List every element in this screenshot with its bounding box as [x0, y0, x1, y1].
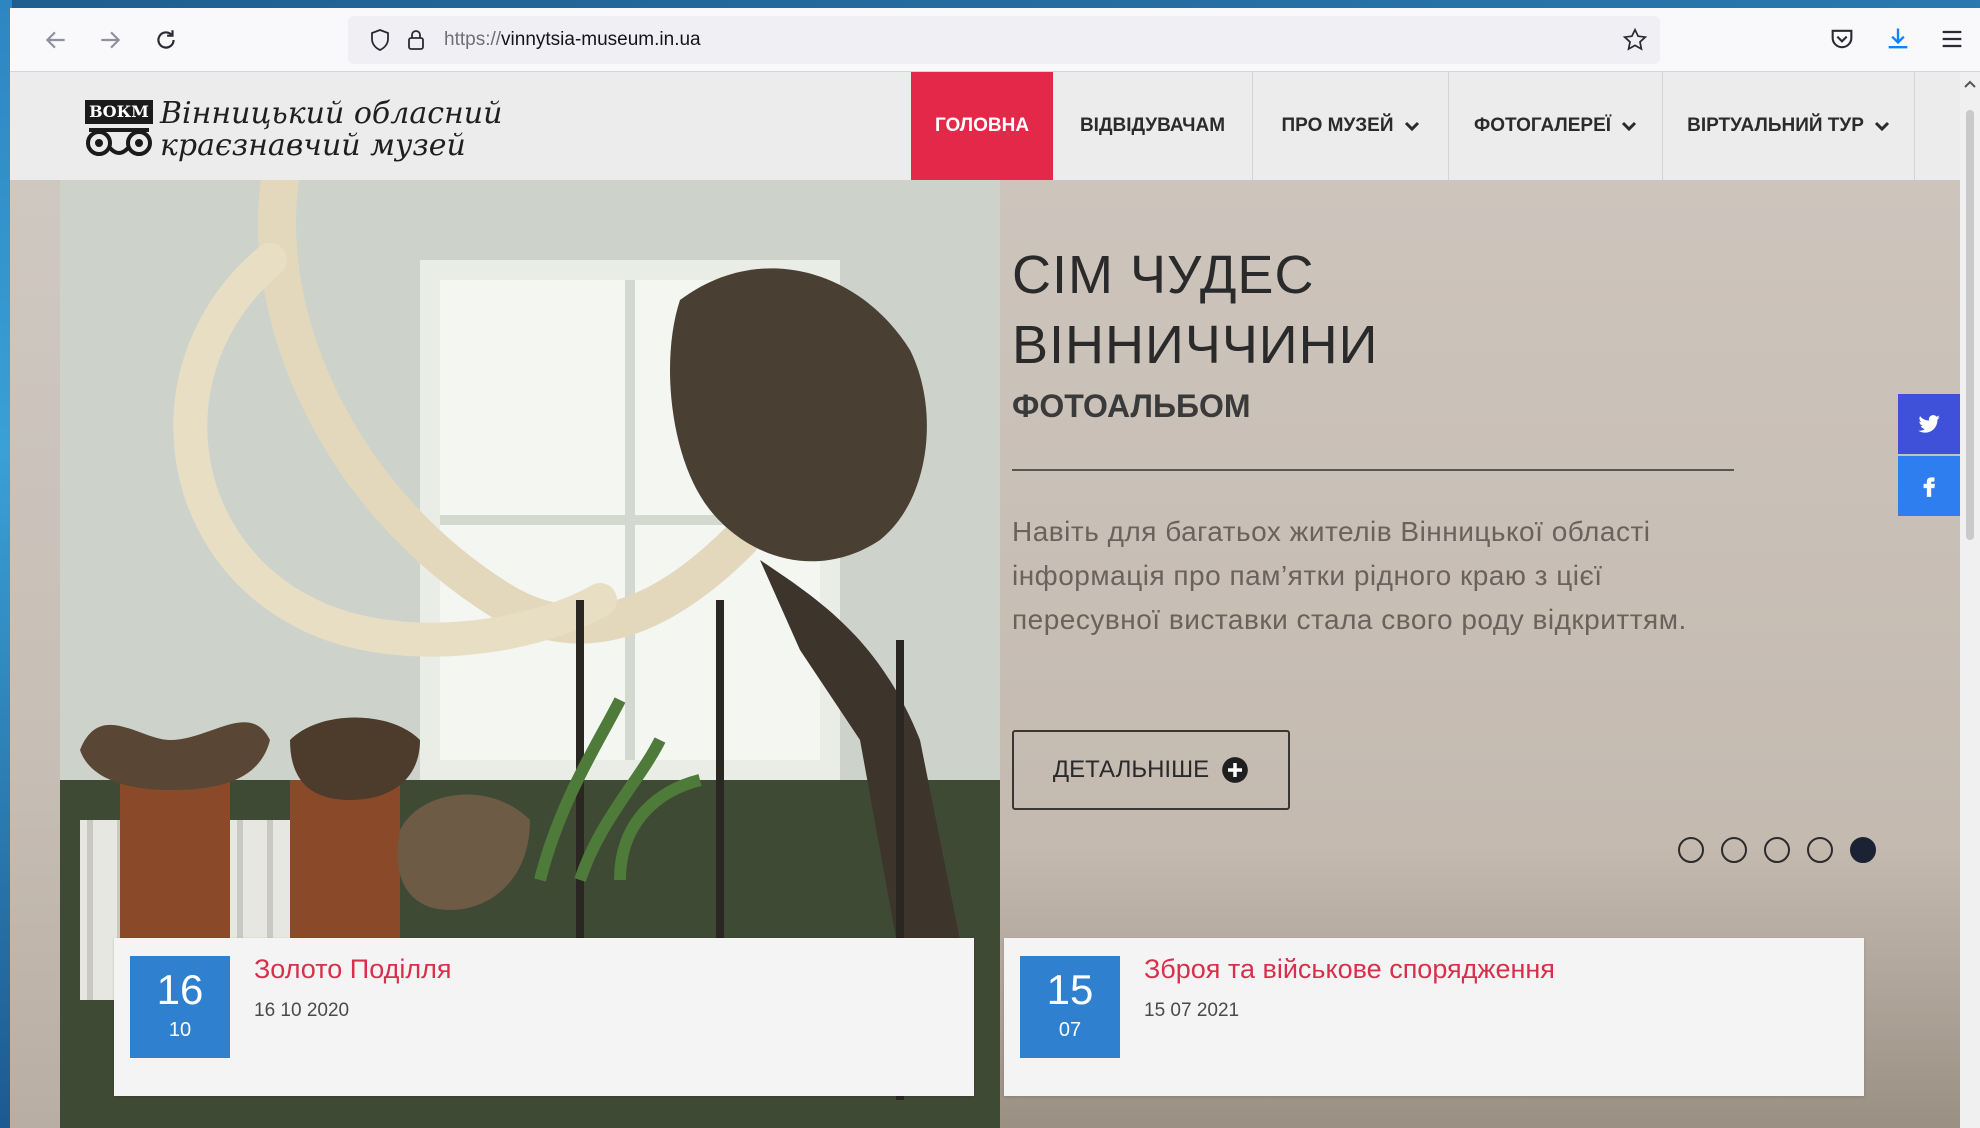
- forward-button[interactable]: [92, 22, 128, 58]
- museum-name-line2: краєзнавчий музей: [160, 128, 466, 163]
- news-title-link[interactable]: Зброя та військове спорядження: [1144, 954, 1555, 985]
- nav-virtual-tour-label: ВІРТУАЛЬНИЙ ТУР: [1687, 115, 1864, 136]
- news-day: 15: [1046, 966, 1094, 1013]
- slider-dot-4[interactable]: [1807, 837, 1833, 863]
- museum-logo[interactable]: ВОКМ: [85, 100, 153, 160]
- news-date-badge: 16 10: [130, 956, 230, 1058]
- news-date: 15 07 2021: [1144, 1000, 1240, 1021]
- chevron-down-icon: [1621, 121, 1637, 132]
- news-title-link[interactable]: Золото Поділля: [254, 954, 452, 985]
- arrow-left-icon: [45, 31, 65, 49]
- twitter-share-button[interactable]: [1898, 394, 1960, 454]
- twitter-icon: [1918, 415, 1940, 433]
- lock-icon[interactable]: [404, 28, 428, 52]
- slide-divider: [1012, 469, 1734, 471]
- url-protocol: https://: [444, 29, 502, 50]
- nav-virtual-tour[interactable]: ВІРТУАЛЬНИЙ ТУР: [1663, 72, 1915, 180]
- slider-dot-1[interactable]: [1678, 837, 1704, 863]
- scrollbar-thumb[interactable]: [1966, 110, 1974, 540]
- browser-window: https://vinnytsia-museum.in.ua ВОКМ Вінн…: [10, 8, 1980, 1128]
- bookmark-star-icon[interactable]: [1622, 27, 1648, 53]
- facebook-icon: [1923, 477, 1935, 497]
- pocket-icon[interactable]: [1828, 25, 1856, 53]
- slider-pagination: [1678, 837, 1876, 863]
- reload-button[interactable]: [148, 22, 184, 58]
- slider-dot-5[interactable]: [1850, 837, 1876, 863]
- url-text[interactable]: https://vinnytsia-museum.in.ua: [444, 29, 701, 51]
- museum-name-line1: Вінницький обласний: [160, 96, 503, 131]
- page-scrollbar[interactable]: [1960, 72, 1980, 1128]
- download-icon[interactable]: [1884, 25, 1912, 53]
- slider-dot-3[interactable]: [1764, 837, 1790, 863]
- shield-icon[interactable]: [368, 28, 392, 52]
- news-card[interactable]: 15 07 Зброя та військове спорядження 15 …: [1004, 938, 1864, 1096]
- nav-visitors-label: ВІДВІДУВАЧАМ: [1079, 115, 1226, 136]
- scroll-up-arrow-icon[interactable]: [1964, 80, 1976, 88]
- facebook-share-button[interactable]: [1898, 456, 1960, 516]
- nav-photo-galleries[interactable]: ФОТОГАЛЕРЕЇ: [1449, 72, 1663, 180]
- news-card[interactable]: 16 10 Золото Поділля 16 10 2020: [114, 938, 974, 1096]
- slide-title: СІМ ЧУДЕС ВІННИЧЧИНИ: [1012, 240, 1712, 380]
- hamburger-menu-icon[interactable]: [1938, 25, 1966, 53]
- slide-title-line1: СІМ ЧУДЕС: [1012, 245, 1315, 305]
- slide-title-line2: ВІННИЧЧИНИ: [1012, 315, 1379, 375]
- details-button[interactable]: ДЕТАЛЬНІШЕ: [1012, 730, 1290, 810]
- ionic-scroll-icon: [86, 128, 152, 156]
- site-header: ВОКМ Вінницький обласний краєзнавчий муз…: [10, 72, 1960, 180]
- news-day: 16: [156, 966, 204, 1013]
- chevron-down-icon: [1874, 121, 1889, 132]
- address-bar[interactable]: https://vinnytsia-museum.in.ua: [348, 16, 1660, 64]
- slide-subtitle: ФОТОАЛЬБОМ: [1012, 388, 1251, 424]
- plus-circle-icon: [1222, 757, 1248, 783]
- arrow-right-icon: [101, 31, 121, 49]
- details-button-label: ДЕТАЛЬНІШЕ: [1052, 756, 1210, 783]
- news-month: 10: [168, 1019, 192, 1041]
- reload-icon: [157, 30, 175, 49]
- hero-slider: СІМ ЧУДЕС ВІННИЧЧИНИ ФОТОАЛЬБОМ Навіть д…: [10, 180, 1960, 1128]
- nav-home-label: ГОЛОВНА: [934, 115, 1030, 136]
- slide-description: Навіть для багатьох жителів Вінницької о…: [1012, 516, 1687, 635]
- nav-photo-galleries-label: ФОТОГАЛЕРЕЇ: [1473, 115, 1612, 136]
- nav-visitors[interactable]: ВІДВІДУВАЧАМ: [1053, 72, 1253, 180]
- logo-badge: ВОКМ: [85, 100, 153, 124]
- back-button[interactable]: [38, 22, 74, 58]
- chevron-down-icon: [1404, 121, 1419, 132]
- museum-name[interactable]: Вінницький обласний краєзнавчий музей: [160, 98, 502, 162]
- browser-toolbar: https://vinnytsia-museum.in.ua: [10, 8, 1980, 72]
- url-host: vinnytsia-museum.in.ua: [501, 29, 701, 50]
- web-page: ВОКМ Вінницький обласний краєзнавчий муз…: [10, 72, 1960, 1128]
- slider-dot-2[interactable]: [1721, 837, 1747, 863]
- news-month: 07: [1058, 1019, 1082, 1041]
- nav-about-museum-label: ПРО МУЗЕЙ: [1281, 115, 1394, 136]
- main-navigation: ГОЛОВНА ВІДВІДУВАЧАМ ПРО МУЗЕЙ ФОТОГАЛЕР…: [911, 72, 1915, 180]
- nav-about-museum[interactable]: ПРО МУЗЕЙ: [1253, 72, 1449, 180]
- news-date: 16 10 2020: [254, 1000, 350, 1021]
- news-date-badge: 15 07: [1020, 956, 1120, 1058]
- nav-home[interactable]: ГОЛОВНА: [911, 72, 1053, 180]
